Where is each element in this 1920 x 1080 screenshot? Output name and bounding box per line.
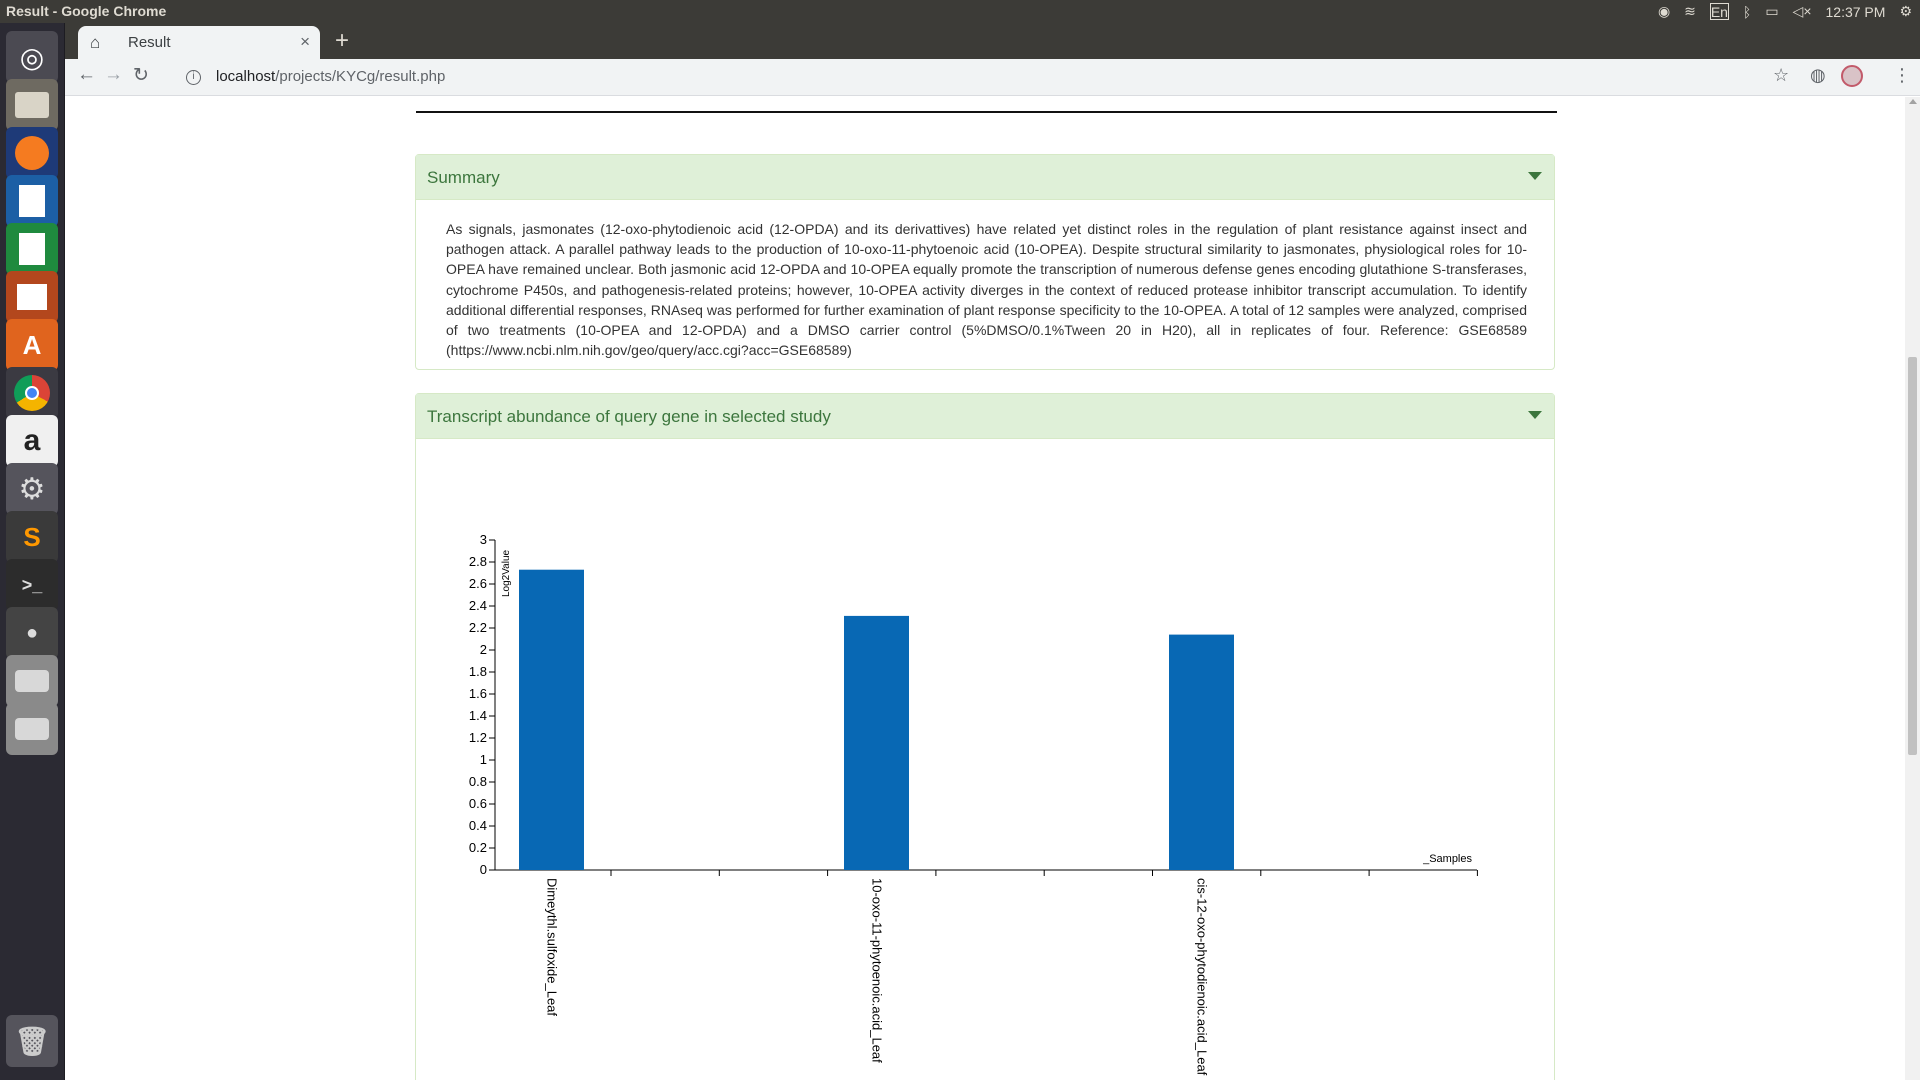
tab-title: Result	[128, 34, 171, 51]
x-axis-label: _Samples	[1422, 853, 1472, 865]
new-tab-icon[interactable]: +	[335, 27, 349, 55]
software-center-icon[interactable]: A	[6, 319, 58, 371]
clock[interactable]: 12:37 PM	[1826, 4, 1886, 20]
chrome-tray-icon[interactable]: ◉	[1658, 3, 1670, 20]
battery-icon[interactable]: ▭	[1765, 3, 1778, 20]
close-tab-icon[interactable]: ×	[300, 32, 310, 52]
unity-launcher: ◎ A a ⚙ S >_ ● 🗑	[0, 23, 65, 1080]
y-tick-label: 2.8	[469, 554, 487, 569]
amazon-label: a	[23, 424, 41, 457]
system-top-bar: Result - Google Chrome ◉ ≋ En ᛒ ▭ ◁× 12:…	[0, 0, 1920, 23]
url-host: localhost	[216, 68, 276, 85]
writer-icon[interactable]	[6, 175, 58, 227]
wifi-icon[interactable]: ≋	[1684, 3, 1696, 20]
bar-0	[519, 569, 584, 870]
x-category-label: 10-oxo-11-phytoenoic.acid_Leaf	[870, 878, 885, 1063]
system-settings-icon[interactable]: ⚙	[6, 463, 58, 515]
address-bar[interactable]: i localhost/projects/KYCg/result.php	[174, 63, 1814, 92]
y-tick-label: 1.6	[469, 686, 487, 701]
summary-panel-header[interactable]: Summary	[416, 155, 1554, 200]
profile-avatar[interactable]	[1841, 65, 1863, 87]
scroll-up-arrow-icon[interactable]	[1909, 99, 1917, 104]
summary-text: As signals, jasmonates (12-oxo-phytodien…	[446, 221, 1527, 359]
y-tick-label: 1	[480, 752, 487, 767]
site-info-icon[interactable]: i	[186, 70, 201, 85]
files-icon[interactable]	[6, 79, 58, 131]
page-scrollbar[interactable]	[1905, 97, 1920, 1080]
browser-tab-strip: ⌂ Result × +	[65, 23, 1920, 59]
bluetooth-icon[interactable]: ᛒ	[1743, 4, 1751, 20]
horizontal-divider	[416, 111, 1557, 113]
reload-icon[interactable]: ↻	[133, 64, 149, 87]
amazon-icon[interactable]: a	[6, 415, 58, 467]
y-tick-label: 2.2	[469, 620, 487, 635]
y-tick-label: 1.4	[469, 708, 487, 723]
url-path: /projects/KYCg/result.php	[275, 68, 446, 85]
impress-icon[interactable]	[6, 271, 58, 323]
transcript-abundance-panel: Transcript abundance of query gene in se…	[415, 393, 1555, 1080]
url-text[interactable]: localhost/projects/KYCg/result.php	[216, 68, 445, 85]
summary-panel: Summary As signals, jasmonates (12-oxo-p…	[415, 154, 1555, 370]
screen-recorder-icon[interactable]: ●	[6, 607, 58, 659]
y-tick-label: 2.6	[469, 576, 487, 591]
bar-1	[844, 615, 909, 870]
y-tick-label: 0.8	[469, 774, 487, 789]
x-category-label: Dimeythl.sulfoxide_Leaf	[545, 878, 560, 1016]
translate-globe-icon[interactable]: ◍	[1810, 65, 1826, 86]
bookmark-star-icon[interactable]: ☆	[1773, 65, 1789, 86]
window-title: Result - Google Chrome	[6, 3, 167, 19]
system-tray: ◉ ≋ En ᛒ ▭ ◁× 12:37 PM ⚙	[1658, 2, 1912, 21]
back-arrow-icon[interactable]: ←	[77, 64, 96, 86]
y-tick-label: 0.6	[469, 796, 487, 811]
home-favicon-icon: ⌂	[90, 33, 101, 52]
terminal-icon[interactable]: >_	[6, 559, 58, 611]
trash-icon[interactable]: 🗑	[6, 1015, 58, 1067]
page-viewport: Summary As signals, jasmonates (12-oxo-p…	[65, 97, 1905, 1080]
y-tick-label: 1.2	[469, 730, 487, 745]
dash-icon[interactable]: ◎	[6, 31, 58, 83]
y-axis-label: Log2Value	[501, 549, 512, 597]
collapse-caret-icon[interactable]	[1528, 172, 1542, 180]
x-category-label: cis-12-oxo-phytodienoic.acid_Leaf	[1195, 878, 1210, 1076]
menu-kebab-icon[interactable]: ⋮	[1893, 65, 1911, 86]
y-tick-label: 2	[480, 642, 487, 657]
bar-2	[1169, 634, 1234, 870]
drive-icon[interactable]	[6, 703, 58, 755]
bar-chart: 0 0.2 0.4 0.6 0.8 1 1.2 1.4 1.6 1.8 2 2.2 2.4 2.6 2.8 3…	[469, 532, 1478, 1076]
volume-muted-icon[interactable]: ◁×	[1793, 3, 1812, 20]
forward-arrow-icon[interactable]: →	[104, 64, 123, 86]
summary-title: Summary	[427, 168, 500, 187]
keyboard-layout-indicator[interactable]: En	[1709, 3, 1729, 20]
drive-icon[interactable]	[6, 655, 58, 707]
y-tick-label: 2.4	[469, 598, 487, 613]
y-tick-label: 3	[480, 532, 487, 547]
browser-toolbar: ← → ↻ i localhost/projects/KYCg/result.p…	[65, 59, 1920, 96]
sublime-text-icon[interactable]: S	[6, 511, 58, 563]
tab-result[interactable]: ⌂ Result ×	[78, 26, 320, 59]
y-tick-label: 0	[480, 862, 487, 877]
y-tick-label: 1.8	[469, 664, 487, 679]
sublime-label: S	[23, 521, 41, 552]
y-tick-label: 0.4	[469, 818, 487, 833]
scrollbar-thumb[interactable]	[1908, 357, 1917, 755]
firefox-icon[interactable]	[6, 127, 58, 179]
settings-gear-icon[interactable]: ⚙	[1899, 3, 1912, 20]
chrome-icon[interactable]	[6, 367, 58, 419]
y-tick-label: 0.2	[469, 840, 487, 855]
calc-icon[interactable]	[6, 223, 58, 275]
